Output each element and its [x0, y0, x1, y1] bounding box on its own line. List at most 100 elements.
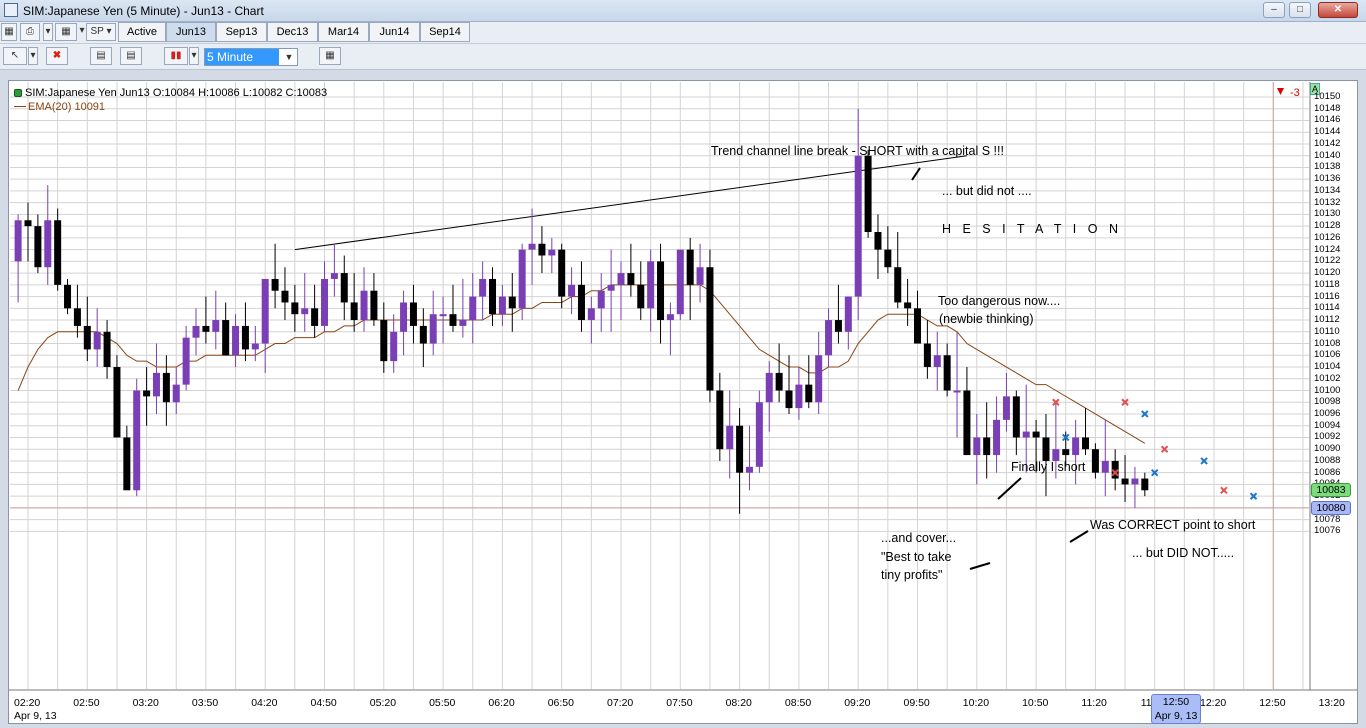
candle-body — [568, 284, 576, 297]
y-tick-label: 10120 — [1314, 267, 1341, 279]
candle-body — [241, 325, 249, 350]
candle-body — [696, 267, 704, 285]
x-tick-label: 09:20 — [844, 697, 871, 709]
x-tick-label: 08:50 — [784, 697, 812, 709]
candle-body — [330, 273, 338, 279]
x-tick-label: 10:20 — [962, 697, 990, 709]
candle-body — [222, 320, 230, 356]
candle-body — [251, 343, 259, 350]
annotation-pointer — [911, 167, 921, 181]
candle-body — [528, 243, 536, 250]
candle-body — [884, 249, 892, 268]
annotation-pointer — [1069, 530, 1089, 543]
candle-body — [1062, 449, 1070, 456]
candle-body — [775, 372, 783, 391]
candle-body — [647, 261, 655, 309]
candle-body — [844, 296, 852, 332]
y-tick-label: 10098 — [1314, 396, 1341, 408]
y-tick-label: 10140 — [1314, 149, 1341, 161]
candle-body — [825, 320, 833, 356]
candle-body — [666, 314, 674, 321]
candle-body — [83, 325, 91, 350]
x-tick-label: 02:50 — [73, 697, 100, 709]
candle-body — [212, 320, 220, 332]
candle-body — [963, 390, 971, 456]
x-tick-label: 08:20 — [725, 697, 752, 709]
y-tick-label: 10128 — [1314, 220, 1341, 232]
candle-body — [785, 390, 793, 409]
candle-body — [933, 355, 941, 368]
crosshair-date: Apr 9, 13 — [1154, 710, 1198, 722]
x-tick-label: 06:20 — [488, 697, 515, 709]
y-tick-label: 10076 — [1314, 525, 1341, 537]
candle-body — [617, 273, 625, 285]
candle-body — [44, 220, 52, 268]
instrument-legend: SIM:Japanese Yen Jun13 O:10084 H:10086 L… — [14, 87, 327, 99]
candle-body — [73, 308, 81, 326]
y-tick-label: 10090 — [1314, 443, 1341, 455]
y-tick-label: 10124 — [1314, 243, 1341, 255]
candle-body — [1002, 396, 1010, 420]
candle-body — [1072, 437, 1080, 456]
candle-body — [983, 437, 991, 456]
y-tick-label: 10114 — [1314, 302, 1340, 314]
x-tick-label: 04:20 — [251, 697, 278, 709]
candle-body — [232, 325, 240, 356]
x-date-label: Apr 9, 13 — [14, 710, 57, 722]
x-tick-label: 03:20 — [132, 697, 159, 709]
candle-body — [548, 249, 556, 256]
y-tick-label: 10100 — [1314, 384, 1341, 396]
candle-body — [202, 325, 210, 332]
candle-body — [1042, 437, 1050, 461]
x-tick-label: 06:50 — [547, 697, 574, 709]
candle-body — [1032, 431, 1040, 438]
y-tick-label: 10118 — [1314, 278, 1340, 290]
annotation-finally-short: Finally I short — [1011, 460, 1086, 474]
y-tick-label: 10104 — [1314, 361, 1341, 373]
crosshair-time-tag: 12:50 Apr 9, 13 — [1151, 694, 1201, 724]
candle-body — [874, 232, 882, 250]
candle-body — [1082, 437, 1090, 450]
candle-body — [429, 314, 437, 344]
price-chart[interactable] — [0, 0, 1366, 728]
instrument-legend-text: SIM:Japanese Yen Jun13 O:10084 H:10086 L… — [25, 87, 328, 99]
candle-body — [182, 337, 190, 385]
candle-body — [716, 390, 724, 450]
candle-body — [489, 278, 497, 315]
candle-body — [93, 331, 101, 350]
candle-body — [637, 284, 645, 309]
annotation-trend-break: Trend channel line break - SHORT with a … — [711, 144, 1004, 158]
y-tick-label: 10088 — [1314, 454, 1341, 466]
candle-body — [34, 226, 42, 268]
candle-body — [390, 331, 398, 362]
ema-legend: EMA(20) 10091 — [14, 101, 105, 113]
candle-body — [261, 278, 269, 344]
y-tick-label: 10134 — [1314, 184, 1341, 196]
y-tick-label: 10086 — [1314, 466, 1341, 478]
candle-body — [1141, 478, 1149, 491]
y-tick-label: 10112 — [1314, 314, 1340, 326]
candle-body — [755, 402, 763, 467]
candle-body — [340, 273, 348, 303]
candle-body — [904, 302, 912, 309]
candle-body — [518, 249, 526, 309]
y-tick-label: 10130 — [1314, 208, 1341, 220]
y-tick-label: 10092 — [1314, 431, 1341, 443]
candle-body — [1121, 478, 1129, 485]
candle-body — [419, 325, 427, 344]
annotation-hesitation: H E S I T A T I O N — [942, 222, 1122, 236]
candle-body — [973, 437, 981, 456]
annotation-did-not: ... but did not .... — [942, 184, 1032, 198]
candle-body — [469, 296, 477, 321]
x-tick-label: 05:50 — [429, 697, 456, 709]
candle-body — [676, 249, 684, 315]
y-tick-label: 10078 — [1314, 513, 1341, 525]
candle-body — [1131, 478, 1139, 485]
candle-body — [350, 302, 358, 321]
annotation-newbie: (newbie thinking) — [939, 312, 1034, 326]
ema-legend-text: EMA(20) 10091 — [28, 101, 106, 113]
candle-body — [123, 437, 131, 491]
candle-body — [271, 278, 279, 291]
candle-body — [64, 284, 72, 309]
candle-body — [538, 243, 546, 256]
